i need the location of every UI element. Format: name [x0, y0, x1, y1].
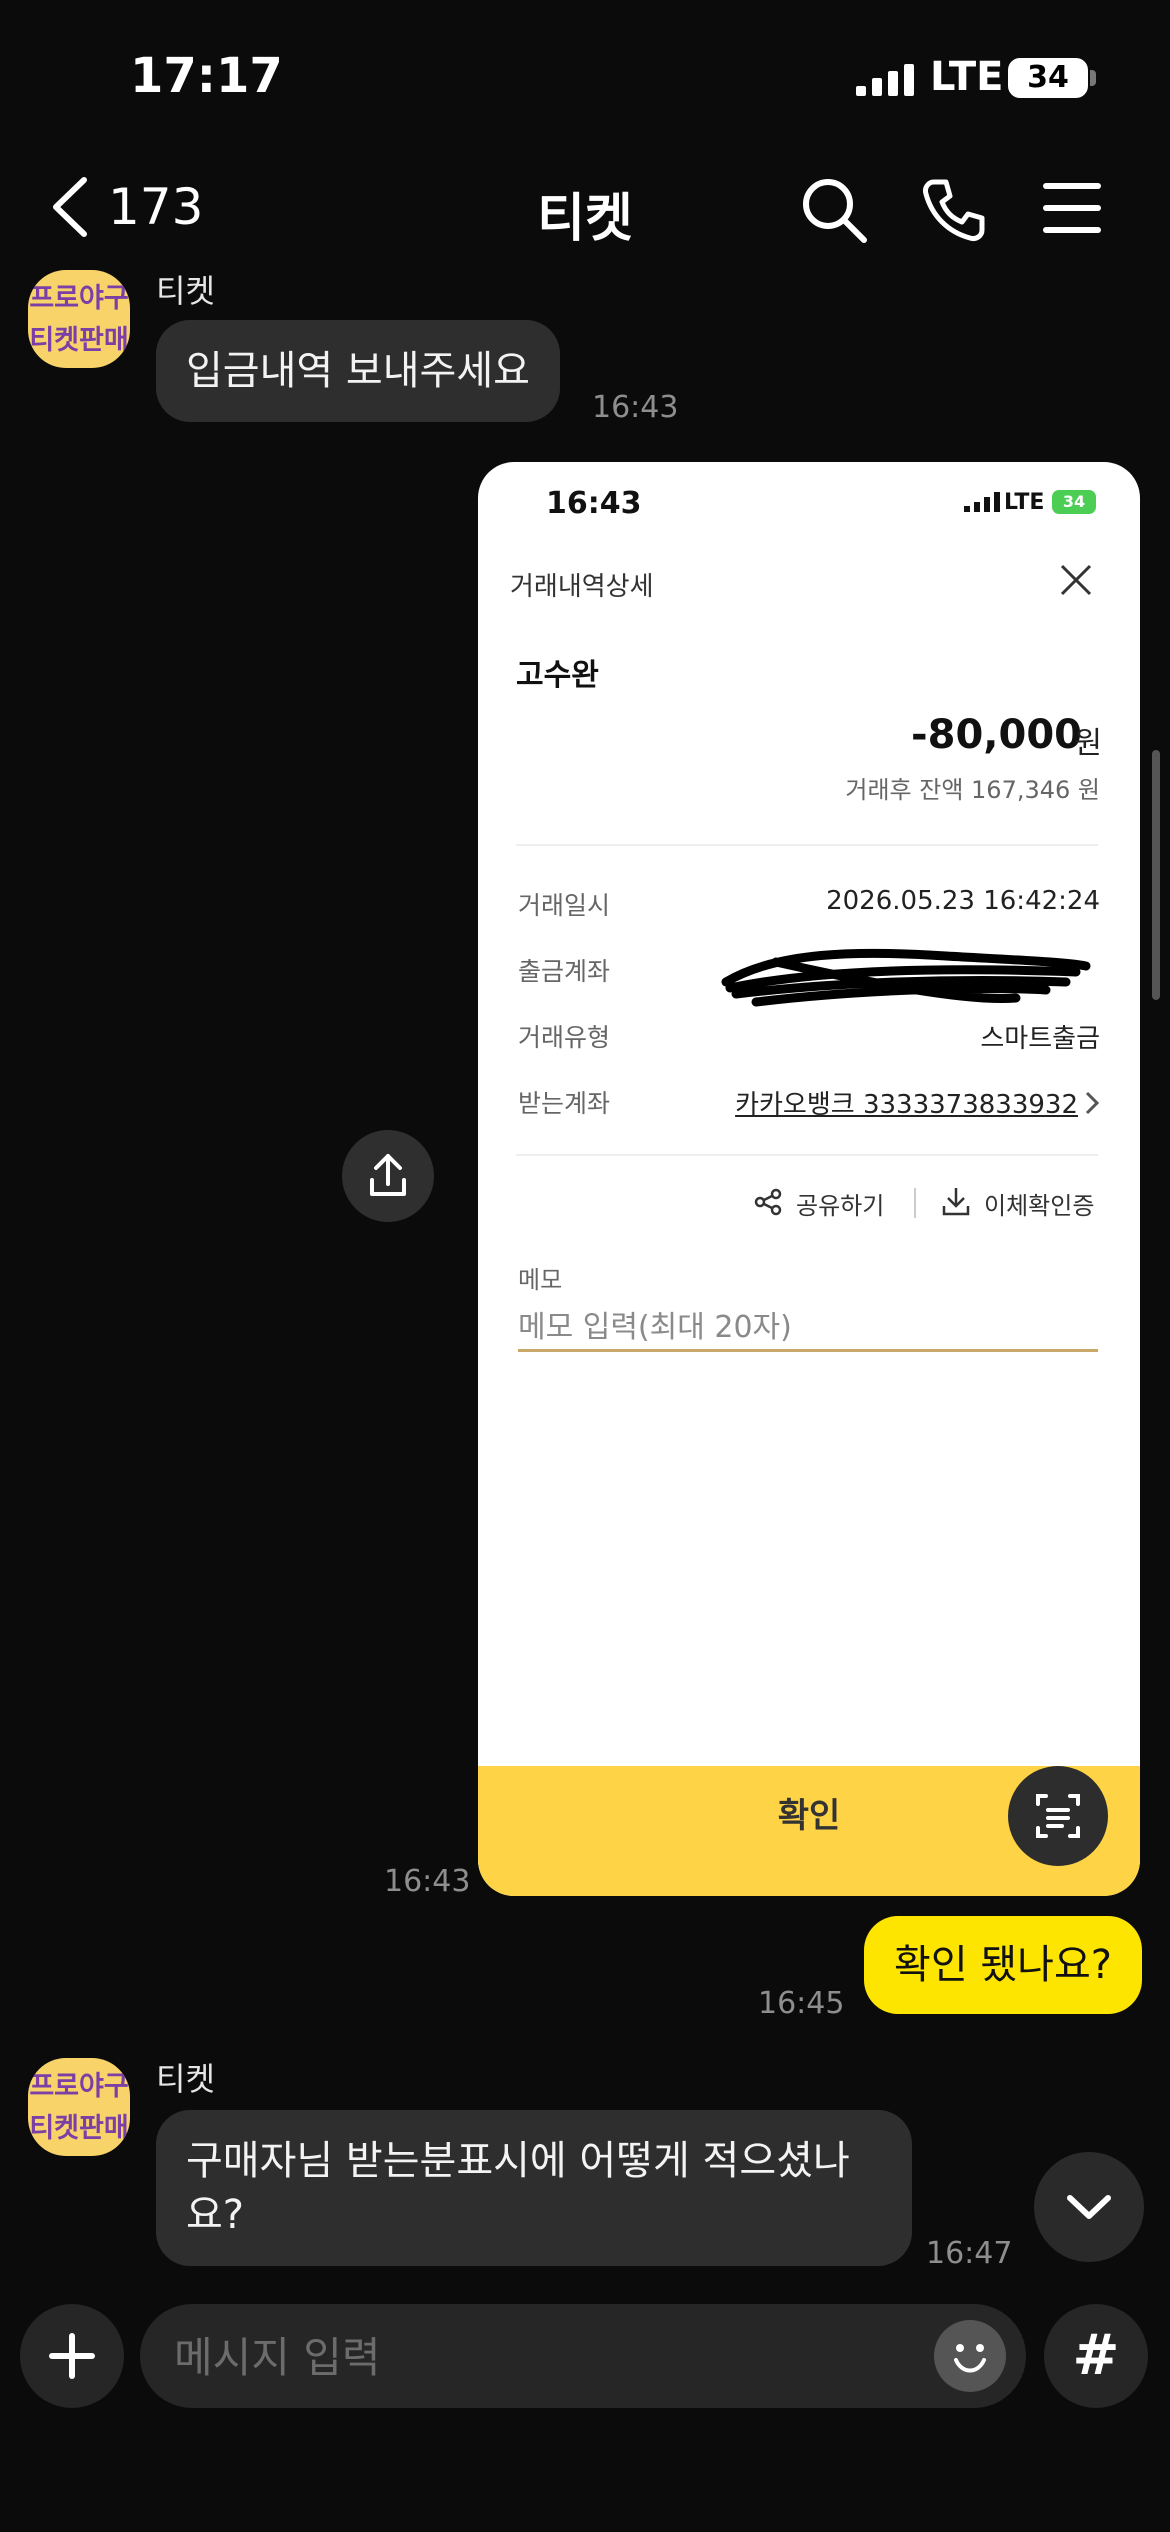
row-value-receiver: 카카오뱅크 3333373833932 — [735, 1090, 1078, 1120]
row-value-type: 스마트출금 — [980, 1024, 1100, 1054]
share-label: 공유하기 — [796, 1192, 885, 1220]
emoji-icon — [954, 2344, 986, 2373]
row-label-receiver: 받는계좌 — [518, 1089, 611, 1118]
avatar[interactable]: 프로야구 티켓판매 — [28, 270, 130, 368]
incoming-message[interactable]: 구매자님 받는분표시에 어떻게 적으셨나요? — [156, 2110, 912, 2266]
avatar-text-line2: 티켓판매 — [29, 325, 129, 356]
battery-tip — [1090, 70, 1096, 86]
status-time: 17:17 — [130, 48, 283, 104]
divider — [516, 1154, 1098, 1156]
text-scan-icon — [1036, 1794, 1080, 1838]
phone-icon[interactable] — [920, 176, 988, 244]
menu-icon[interactable] — [1042, 180, 1102, 236]
amount-unit: 원 — [1074, 726, 1102, 761]
signal-icon — [856, 64, 914, 96]
avatar-text-line2: 티켓판매 — [29, 2113, 129, 2144]
recipient-name: 고수완 — [516, 658, 599, 693]
message-time: 16:47 — [926, 2236, 1013, 2271]
scroll-down-button[interactable] — [1034, 2152, 1144, 2262]
hashtag-button[interactable]: # — [1044, 2304, 1148, 2408]
image-signal-icon — [964, 492, 1000, 512]
attach-button[interactable] — [20, 2304, 124, 2408]
battery-icon: 34 — [1008, 58, 1088, 98]
sender-name: 티켓 — [156, 272, 215, 310]
image-header-title: 거래내역상세 — [510, 572, 654, 602]
avatar-text-line1: 프로야구 — [29, 2071, 129, 2102]
close-icon — [1060, 564, 1092, 596]
chevron-right-icon — [1085, 1091, 1100, 1115]
divider — [516, 844, 1098, 846]
row-label-account: 출금계좌 — [518, 957, 611, 986]
image-battery-icon: 34 — [1052, 490, 1096, 514]
emoji-button[interactable] — [934, 2320, 1006, 2392]
message-time: 16:43 — [384, 1864, 471, 1899]
chat-title: 티켓 — [537, 189, 633, 249]
sender-name: 티켓 — [156, 2060, 215, 2098]
incoming-message[interactable]: 입금내역 보내주세요 — [156, 320, 560, 422]
upload-icon — [370, 1154, 406, 1196]
row-label-type: 거래유형 — [518, 1023, 611, 1052]
share-icon — [754, 1188, 782, 1216]
image-status-time: 16:43 — [546, 486, 642, 521]
image-network-label: LTE — [1004, 490, 1045, 515]
shared-image[interactable]: 16:43 LTE 34 거래내역상세 고수완 -80,000 원 거래후 잔액… — [478, 462, 1140, 1896]
share-button[interactable] — [342, 1130, 434, 1222]
message-time: 16:45 — [758, 1986, 845, 2021]
avatar-text-line1: 프로야구 — [29, 283, 129, 314]
chevron-down-icon — [1067, 2195, 1111, 2219]
search-icon[interactable] — [800, 176, 868, 244]
network-label: LTE — [930, 54, 1004, 100]
avatar[interactable]: 프로야구 티켓판매 — [28, 2058, 130, 2156]
download-icon — [942, 1188, 970, 1216]
memo-label: 메모 — [518, 1266, 563, 1294]
memo-input: 메모 입력(최대 20자) — [518, 1302, 1098, 1352]
redaction-scribble — [721, 948, 1091, 1007]
message-input[interactable] — [174, 2322, 874, 2392]
row-value-datetime: 2026.05.23 16:42:24 — [826, 886, 1100, 916]
outgoing-message[interactable]: 확인 됐나요? — [864, 1916, 1142, 2014]
row-label-datetime: 거래일시 — [518, 891, 611, 920]
plus-icon — [49, 2333, 95, 2379]
scan-text-button[interactable] — [1008, 1766, 1108, 1866]
certificate-label: 이체확인증 — [984, 1192, 1095, 1220]
separator — [914, 1188, 916, 1218]
scrollbar[interactable] — [1152, 750, 1160, 1000]
balance-after: 거래후 잔액 167,346 원 — [845, 776, 1100, 804]
transaction-amount: -80,000 — [911, 712, 1082, 758]
message-time: 16:43 — [592, 390, 679, 425]
